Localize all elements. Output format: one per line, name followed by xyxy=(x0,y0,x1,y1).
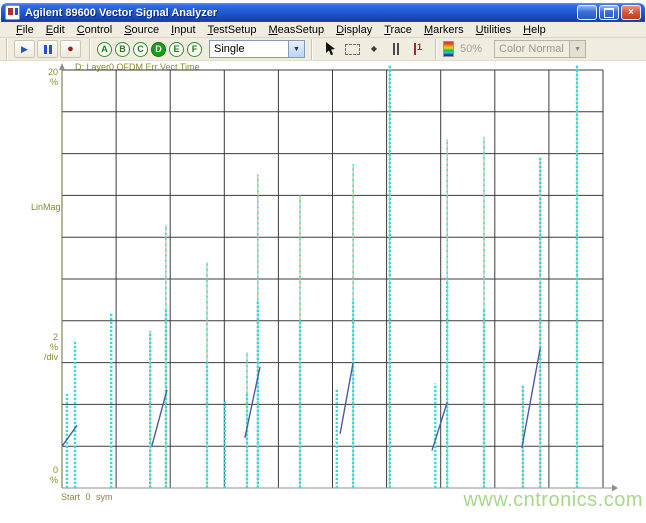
y-axis-max-unit: % xyxy=(49,77,58,87)
close-button[interactable]: × xyxy=(621,5,641,20)
marquee-icon xyxy=(344,43,360,55)
marker-one-button[interactable]: 1 xyxy=(407,40,429,58)
window-title: Agilent 89600 Vector Signal Analyzer xyxy=(25,6,218,19)
play-icon: ▶ xyxy=(21,43,28,54)
y-per-div-unit: % xyxy=(49,342,58,352)
app-icon xyxy=(5,5,20,20)
menu-control[interactable]: Control xyxy=(71,23,118,37)
menu-markers[interactable]: Markers xyxy=(418,23,470,37)
measurement-mode-value: Single xyxy=(214,43,245,55)
play-button[interactable]: ▶ xyxy=(14,40,35,58)
color-mode-select[interactable]: Color Normal ▼ xyxy=(494,40,587,58)
pointer-tool-button[interactable] xyxy=(319,40,341,58)
toolbar: ▶ ● A B C D E F Single ▼ ◆ 1 50% Color N… xyxy=(0,38,646,61)
titlebar: Agilent 89600 Vector Signal Analyzer _ × xyxy=(1,3,645,22)
colorbar-icon xyxy=(443,41,454,57)
color-group: 50% Color Normal ▼ xyxy=(435,38,592,60)
band-markers-icon xyxy=(393,43,399,55)
window-controls: _ × xyxy=(577,5,641,20)
marker-tools-group: ◆ 1 xyxy=(311,38,435,60)
chevron-down-icon: ▼ xyxy=(288,41,304,57)
menu-help[interactable]: Help xyxy=(517,23,552,37)
trace-f-button[interactable]: F xyxy=(187,41,202,57)
y-axis-min-unit: % xyxy=(49,475,58,485)
trace-a-button[interactable]: A xyxy=(97,41,112,57)
trace-group: A B C D E F Single ▼ xyxy=(89,38,311,60)
trace-c-button[interactable]: C xyxy=(133,41,148,57)
y-axis-max-label: 20 xyxy=(47,67,58,77)
zoom-select-tool-button[interactable] xyxy=(341,40,363,58)
trace-e-button[interactable]: E xyxy=(169,41,184,57)
menu-file[interactable]: File xyxy=(10,23,40,37)
band-markers-button[interactable] xyxy=(385,40,407,58)
pause-icon xyxy=(43,44,52,54)
chart-canvas xyxy=(59,63,618,492)
menu-input[interactable]: Input xyxy=(165,23,201,37)
menu-source[interactable]: Source xyxy=(118,23,165,37)
app-window: Agilent 89600 Vector Signal Analyzer _ ×… xyxy=(0,0,646,523)
maximize-button[interactable] xyxy=(599,5,619,20)
menu-testsetup[interactable]: TestSetup xyxy=(202,23,263,37)
pointer-icon xyxy=(325,42,335,56)
menu-edit[interactable]: Edit xyxy=(40,23,71,37)
close-icon: × xyxy=(628,7,634,18)
marker-one-icon: 1 xyxy=(413,43,422,55)
menu-meassetup[interactable]: MeasSetup xyxy=(262,23,330,37)
color-mode-value: Color Normal xyxy=(499,43,564,55)
watermark: www.cntronics.com xyxy=(463,489,643,511)
menubar: File Edit Control Source Input TestSetup… xyxy=(0,22,646,38)
chart-area: D: Layer0 OFDM Err Vect Time 20 % LinMag… xyxy=(0,61,646,523)
minimize-button[interactable]: _ xyxy=(577,5,597,20)
diamond-marker-icon: ◆ xyxy=(370,44,378,53)
marker-tool-button[interactable]: ◆ xyxy=(363,40,385,58)
y-per-div-label: /div xyxy=(43,352,58,362)
measurement-mode-select[interactable]: Single ▼ xyxy=(209,40,305,58)
chevron-down-icon: ▼ xyxy=(569,41,586,57)
y-per-div-value: 2 xyxy=(52,332,58,342)
minimize-icon: _ xyxy=(584,9,590,21)
maximize-icon xyxy=(604,7,614,18)
y-axis-min-label: 0 xyxy=(52,465,58,475)
menu-utilities[interactable]: Utilities xyxy=(470,23,517,37)
y-axis-scale-type-label: LinMag xyxy=(31,202,61,212)
trace-b-button[interactable]: B xyxy=(115,41,130,57)
transport-group: ▶ ● xyxy=(6,38,89,60)
pause-button[interactable] xyxy=(37,40,58,58)
menu-trace[interactable]: Trace xyxy=(378,23,418,37)
record-button[interactable]: ● xyxy=(60,40,81,58)
trace-d-button[interactable]: D xyxy=(151,41,166,57)
zoom-level-value: 50% xyxy=(460,43,483,55)
record-icon: ● xyxy=(67,42,74,55)
menu-display[interactable]: Display xyxy=(330,23,378,37)
